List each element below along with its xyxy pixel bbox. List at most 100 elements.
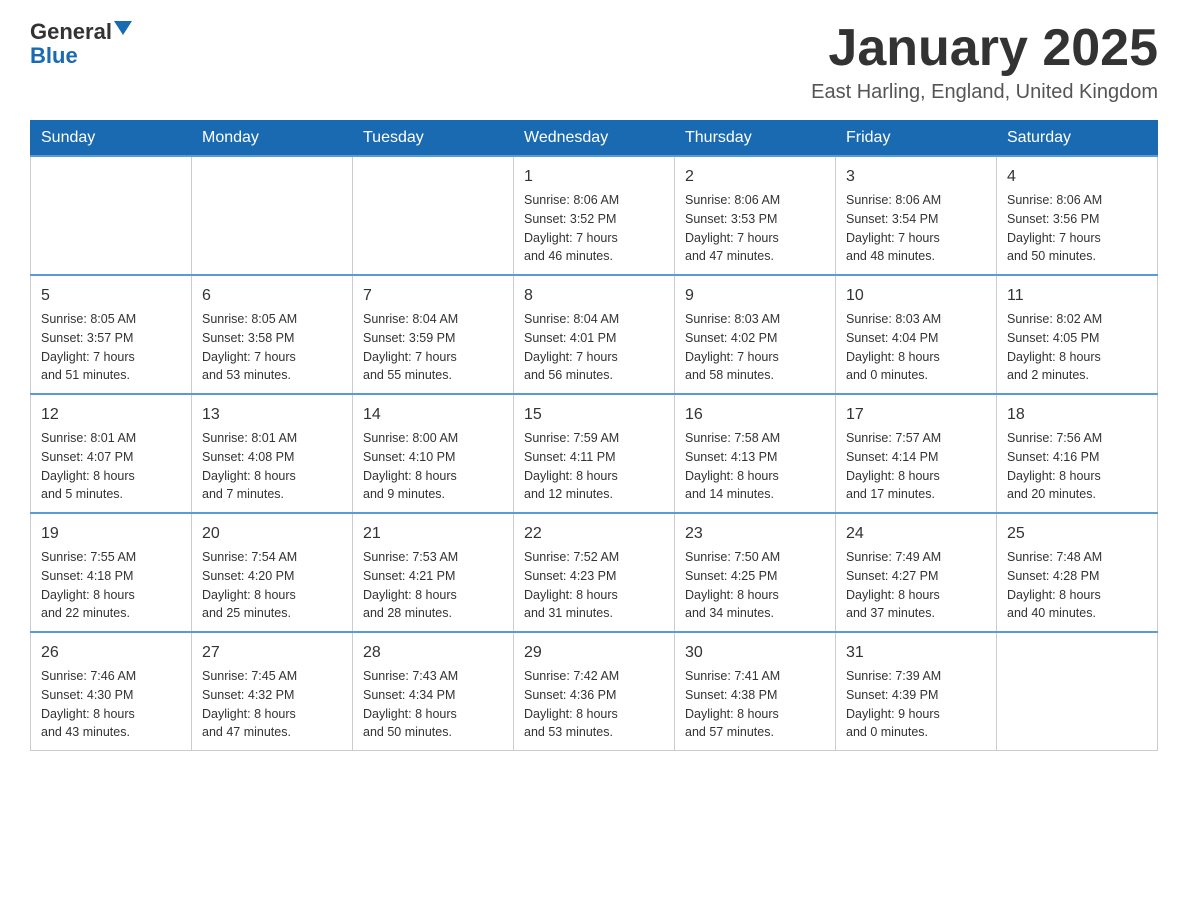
calendar-cell: 10Sunrise: 8:03 AM Sunset: 4:04 PM Dayli… [836,275,997,394]
calendar-cell: 20Sunrise: 7:54 AM Sunset: 4:20 PM Dayli… [192,513,353,632]
day-info: Sunrise: 7:39 AM Sunset: 4:39 PM Dayligh… [846,667,986,742]
day-info: Sunrise: 8:06 AM Sunset: 3:52 PM Dayligh… [524,191,664,266]
calendar-cell: 21Sunrise: 7:53 AM Sunset: 4:21 PM Dayli… [353,513,514,632]
calendar-cell: 7Sunrise: 8:04 AM Sunset: 3:59 PM Daylig… [353,275,514,394]
day-number: 2 [685,165,825,189]
calendar-cell: 14Sunrise: 8:00 AM Sunset: 4:10 PM Dayli… [353,394,514,513]
day-info: Sunrise: 8:04 AM Sunset: 3:59 PM Dayligh… [363,310,503,385]
title-block: January 2025 East Harling, England, Unit… [811,20,1158,104]
day-number: 17 [846,403,986,427]
day-number: 19 [41,522,181,546]
calendar-cell: 3Sunrise: 8:06 AM Sunset: 3:54 PM Daylig… [836,156,997,275]
month-title: January 2025 [811,20,1158,77]
calendar-cell: 27Sunrise: 7:45 AM Sunset: 4:32 PM Dayli… [192,632,353,751]
day-info: Sunrise: 8:06 AM Sunset: 3:53 PM Dayligh… [685,191,825,266]
calendar-cell: 16Sunrise: 7:58 AM Sunset: 4:13 PM Dayli… [675,394,836,513]
calendar-cell [31,156,192,275]
day-number: 16 [685,403,825,427]
day-info: Sunrise: 7:55 AM Sunset: 4:18 PM Dayligh… [41,548,181,623]
day-number: 1 [524,165,664,189]
calendar-cell: 4Sunrise: 8:06 AM Sunset: 3:56 PM Daylig… [997,156,1158,275]
day-info: Sunrise: 7:59 AM Sunset: 4:11 PM Dayligh… [524,429,664,504]
day-info: Sunrise: 8:02 AM Sunset: 4:05 PM Dayligh… [1007,310,1147,385]
calendar-cell: 8Sunrise: 8:04 AM Sunset: 4:01 PM Daylig… [514,275,675,394]
day-info: Sunrise: 8:06 AM Sunset: 3:54 PM Dayligh… [846,191,986,266]
day-number: 26 [41,641,181,665]
day-number: 23 [685,522,825,546]
day-info: Sunrise: 8:06 AM Sunset: 3:56 PM Dayligh… [1007,191,1147,266]
day-number: 8 [524,284,664,308]
calendar-cell [997,632,1158,751]
header-thursday: Thursday [675,121,836,157]
day-number: 29 [524,641,664,665]
day-number: 4 [1007,165,1147,189]
day-number: 25 [1007,522,1147,546]
calendar-cell: 31Sunrise: 7:39 AM Sunset: 4:39 PM Dayli… [836,632,997,751]
day-number: 31 [846,641,986,665]
day-info: Sunrise: 7:42 AM Sunset: 4:36 PM Dayligh… [524,667,664,742]
logo-blue: Blue [30,44,78,68]
logo: General Blue [30,20,132,68]
calendar-cell: 2Sunrise: 8:06 AM Sunset: 3:53 PM Daylig… [675,156,836,275]
logo-general: General [30,20,112,44]
day-info: Sunrise: 7:58 AM Sunset: 4:13 PM Dayligh… [685,429,825,504]
day-info: Sunrise: 7:46 AM Sunset: 4:30 PM Dayligh… [41,667,181,742]
calendar-cell: 12Sunrise: 8:01 AM Sunset: 4:07 PM Dayli… [31,394,192,513]
day-number: 21 [363,522,503,546]
calendar-cell: 29Sunrise: 7:42 AM Sunset: 4:36 PM Dayli… [514,632,675,751]
header-wednesday: Wednesday [514,121,675,157]
day-info: Sunrise: 7:57 AM Sunset: 4:14 PM Dayligh… [846,429,986,504]
day-number: 18 [1007,403,1147,427]
page-header: General Blue January 2025 East Harling, … [30,20,1158,104]
day-number: 6 [202,284,342,308]
calendar-cell: 24Sunrise: 7:49 AM Sunset: 4:27 PM Dayli… [836,513,997,632]
day-info: Sunrise: 7:53 AM Sunset: 4:21 PM Dayligh… [363,548,503,623]
calendar-cell: 25Sunrise: 7:48 AM Sunset: 4:28 PM Dayli… [997,513,1158,632]
day-number: 12 [41,403,181,427]
calendar-week-4: 19Sunrise: 7:55 AM Sunset: 4:18 PM Dayli… [31,513,1158,632]
header-tuesday: Tuesday [353,121,514,157]
day-number: 5 [41,284,181,308]
calendar-cell: 30Sunrise: 7:41 AM Sunset: 4:38 PM Dayli… [675,632,836,751]
header-sunday: Sunday [31,121,192,157]
calendar-cell: 9Sunrise: 8:03 AM Sunset: 4:02 PM Daylig… [675,275,836,394]
day-info: Sunrise: 7:49 AM Sunset: 4:27 PM Dayligh… [846,548,986,623]
header-saturday: Saturday [997,121,1158,157]
calendar-week-5: 26Sunrise: 7:46 AM Sunset: 4:30 PM Dayli… [31,632,1158,751]
logo-triangle-icon [114,21,132,35]
calendar-cell: 1Sunrise: 8:06 AM Sunset: 3:52 PM Daylig… [514,156,675,275]
calendar-cell: 18Sunrise: 7:56 AM Sunset: 4:16 PM Dayli… [997,394,1158,513]
day-info: Sunrise: 8:00 AM Sunset: 4:10 PM Dayligh… [363,429,503,504]
day-number: 7 [363,284,503,308]
calendar-cell: 5Sunrise: 8:05 AM Sunset: 3:57 PM Daylig… [31,275,192,394]
day-info: Sunrise: 8:01 AM Sunset: 4:07 PM Dayligh… [41,429,181,504]
day-info: Sunrise: 8:03 AM Sunset: 4:04 PM Dayligh… [846,310,986,385]
day-info: Sunrise: 8:05 AM Sunset: 3:57 PM Dayligh… [41,310,181,385]
header-friday: Friday [836,121,997,157]
calendar-cell: 17Sunrise: 7:57 AM Sunset: 4:14 PM Dayli… [836,394,997,513]
calendar-cell: 23Sunrise: 7:50 AM Sunset: 4:25 PM Dayli… [675,513,836,632]
day-number: 30 [685,641,825,665]
header-monday: Monday [192,121,353,157]
day-info: Sunrise: 8:05 AM Sunset: 3:58 PM Dayligh… [202,310,342,385]
calendar-week-2: 5Sunrise: 8:05 AM Sunset: 3:57 PM Daylig… [31,275,1158,394]
day-info: Sunrise: 7:43 AM Sunset: 4:34 PM Dayligh… [363,667,503,742]
calendar-week-3: 12Sunrise: 8:01 AM Sunset: 4:07 PM Dayli… [31,394,1158,513]
day-number: 11 [1007,284,1147,308]
calendar-cell [192,156,353,275]
day-info: Sunrise: 7:52 AM Sunset: 4:23 PM Dayligh… [524,548,664,623]
day-number: 20 [202,522,342,546]
calendar-cell: 6Sunrise: 8:05 AM Sunset: 3:58 PM Daylig… [192,275,353,394]
calendar-cell: 13Sunrise: 8:01 AM Sunset: 4:08 PM Dayli… [192,394,353,513]
day-info: Sunrise: 7:48 AM Sunset: 4:28 PM Dayligh… [1007,548,1147,623]
day-number: 22 [524,522,664,546]
day-info: Sunrise: 7:45 AM Sunset: 4:32 PM Dayligh… [202,667,342,742]
day-number: 28 [363,641,503,665]
day-number: 3 [846,165,986,189]
calendar-cell: 15Sunrise: 7:59 AM Sunset: 4:11 PM Dayli… [514,394,675,513]
day-number: 15 [524,403,664,427]
calendar-cell [353,156,514,275]
day-info: Sunrise: 8:03 AM Sunset: 4:02 PM Dayligh… [685,310,825,385]
day-info: Sunrise: 7:50 AM Sunset: 4:25 PM Dayligh… [685,548,825,623]
day-number: 27 [202,641,342,665]
